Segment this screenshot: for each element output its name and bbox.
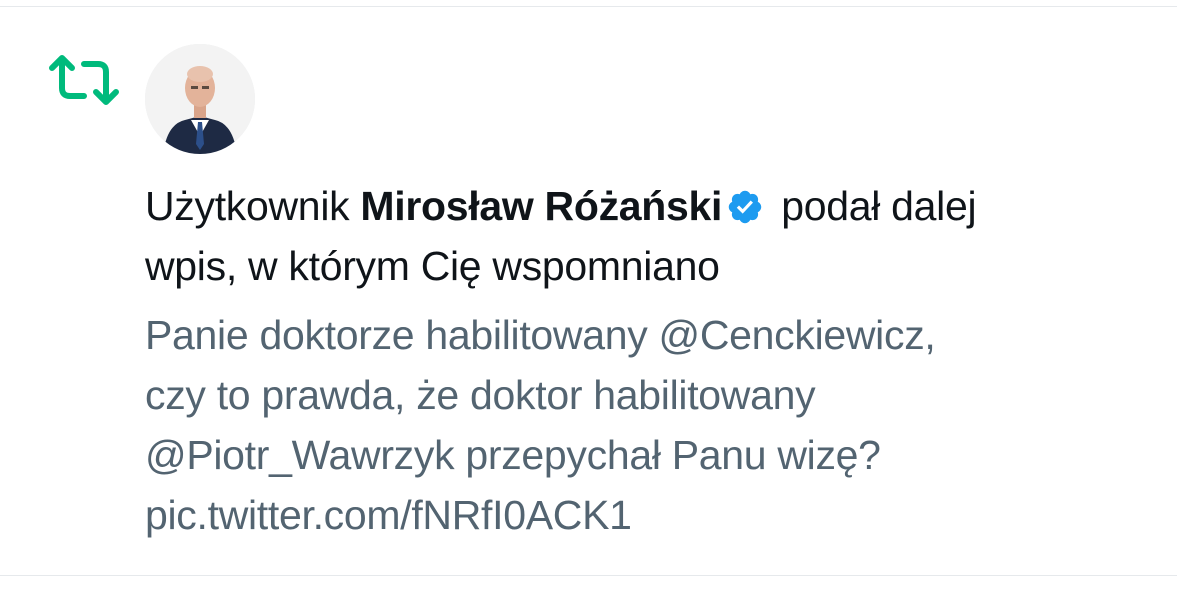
tweet-line: Panie doktorze habilitowany @Cenckiewicz…: [145, 312, 936, 358]
user-name-link[interactable]: Mirosław Różański: [360, 183, 722, 229]
verified-badge-icon: [726, 182, 764, 224]
tweet-line: @Piotr_Wawrzyk przepychał Panu wizę?: [145, 432, 881, 478]
notification-card[interactable]: Użytkownik Mirosław Różański podał dalej…: [0, 0, 1177, 592]
tweet-media-link[interactable]: pic.twitter.com/fNRfI0ACK1: [145, 485, 1145, 545]
headline-action-line2: wpis, w którym Cię wspomniano: [145, 243, 720, 289]
tweet-line: czy to prawda, że doktor habilitowany: [145, 372, 816, 418]
avatar[interactable]: [145, 44, 255, 154]
retweet-icon: [48, 54, 120, 106]
divider-bottom: [0, 575, 1177, 576]
notification-headline: Użytkownik Mirosław Różański podał dalej…: [145, 176, 1145, 296]
headline-action: podał dalej: [781, 183, 977, 229]
tweet-text[interactable]: Panie doktorze habilitowany @Cenckiewicz…: [145, 305, 1145, 545]
headline-prefix: Użytkownik: [145, 183, 350, 229]
divider-top: [0, 6, 1177, 7]
